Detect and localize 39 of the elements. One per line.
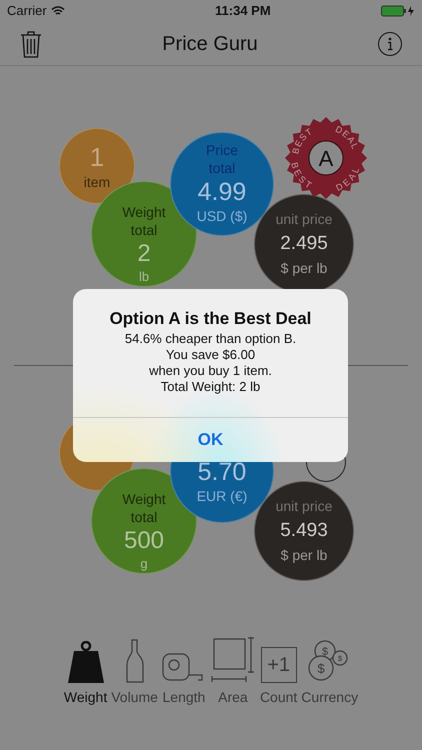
- trash-icon: [20, 30, 42, 58]
- ok-button[interactable]: OK: [73, 417, 348, 462]
- weight-value: 500: [124, 526, 164, 556]
- alert-message: 54.6% cheaper than option B. You save $6.00 when you buy 1 item. Total Weight: 2 lb: [124, 331, 296, 395]
- weight-value: 2: [137, 239, 151, 270]
- bottle-icon: [124, 639, 145, 683]
- alert-title: Option A is the Best Deal: [110, 308, 312, 330]
- counter-icon: +1: [260, 647, 297, 683]
- category-tab[interactable]: Volume: [111, 636, 158, 708]
- weight-unit: g: [140, 556, 148, 573]
- currency-label: USD ($): [196, 208, 248, 226]
- unit-price-unit: $ per lb: [280, 546, 328, 564]
- unit-price-bubble[interactable]: unit price 5.493 $ per lb: [254, 481, 354, 581]
- price-value: 4.99: [198, 177, 246, 208]
- wifi-icon: [50, 6, 65, 16]
- category-tab[interactable]: Area: [210, 636, 256, 708]
- count-bubble[interactable]: 1 item: [59, 128, 135, 204]
- unit-price-value: 5.493: [280, 519, 328, 543]
- weight-icon: [66, 641, 106, 683]
- category-tab[interactable]: +1 Count: [260, 636, 298, 708]
- count-value: 1: [90, 141, 104, 174]
- delete-button[interactable]: [20, 28, 42, 58]
- weight-label: Weight total: [121, 204, 167, 240]
- category-tab[interactable]: Weight: [64, 636, 108, 708]
- category-tab[interactable]: Length: [162, 636, 206, 708]
- unit-price-value: 2.495: [280, 232, 328, 256]
- currency-label: EUR (€): [196, 488, 248, 506]
- carrier-label: Carrier: [7, 2, 47, 20]
- info-button[interactable]: [378, 32, 402, 56]
- weight-label: Weight total: [121, 491, 167, 526]
- clock-time: 11:34 PM: [215, 2, 271, 20]
- info-icon: [387, 36, 393, 50]
- area-icon: [210, 637, 256, 683]
- battery-icon: [380, 5, 415, 17]
- unit-price-unit: $ per lb: [280, 260, 328, 278]
- app-title: Price Guru: [162, 32, 258, 56]
- unit-price-label: unit price: [276, 498, 332, 516]
- weight-unit: lb: [138, 269, 150, 286]
- unit-price-label: unit price: [276, 210, 332, 228]
